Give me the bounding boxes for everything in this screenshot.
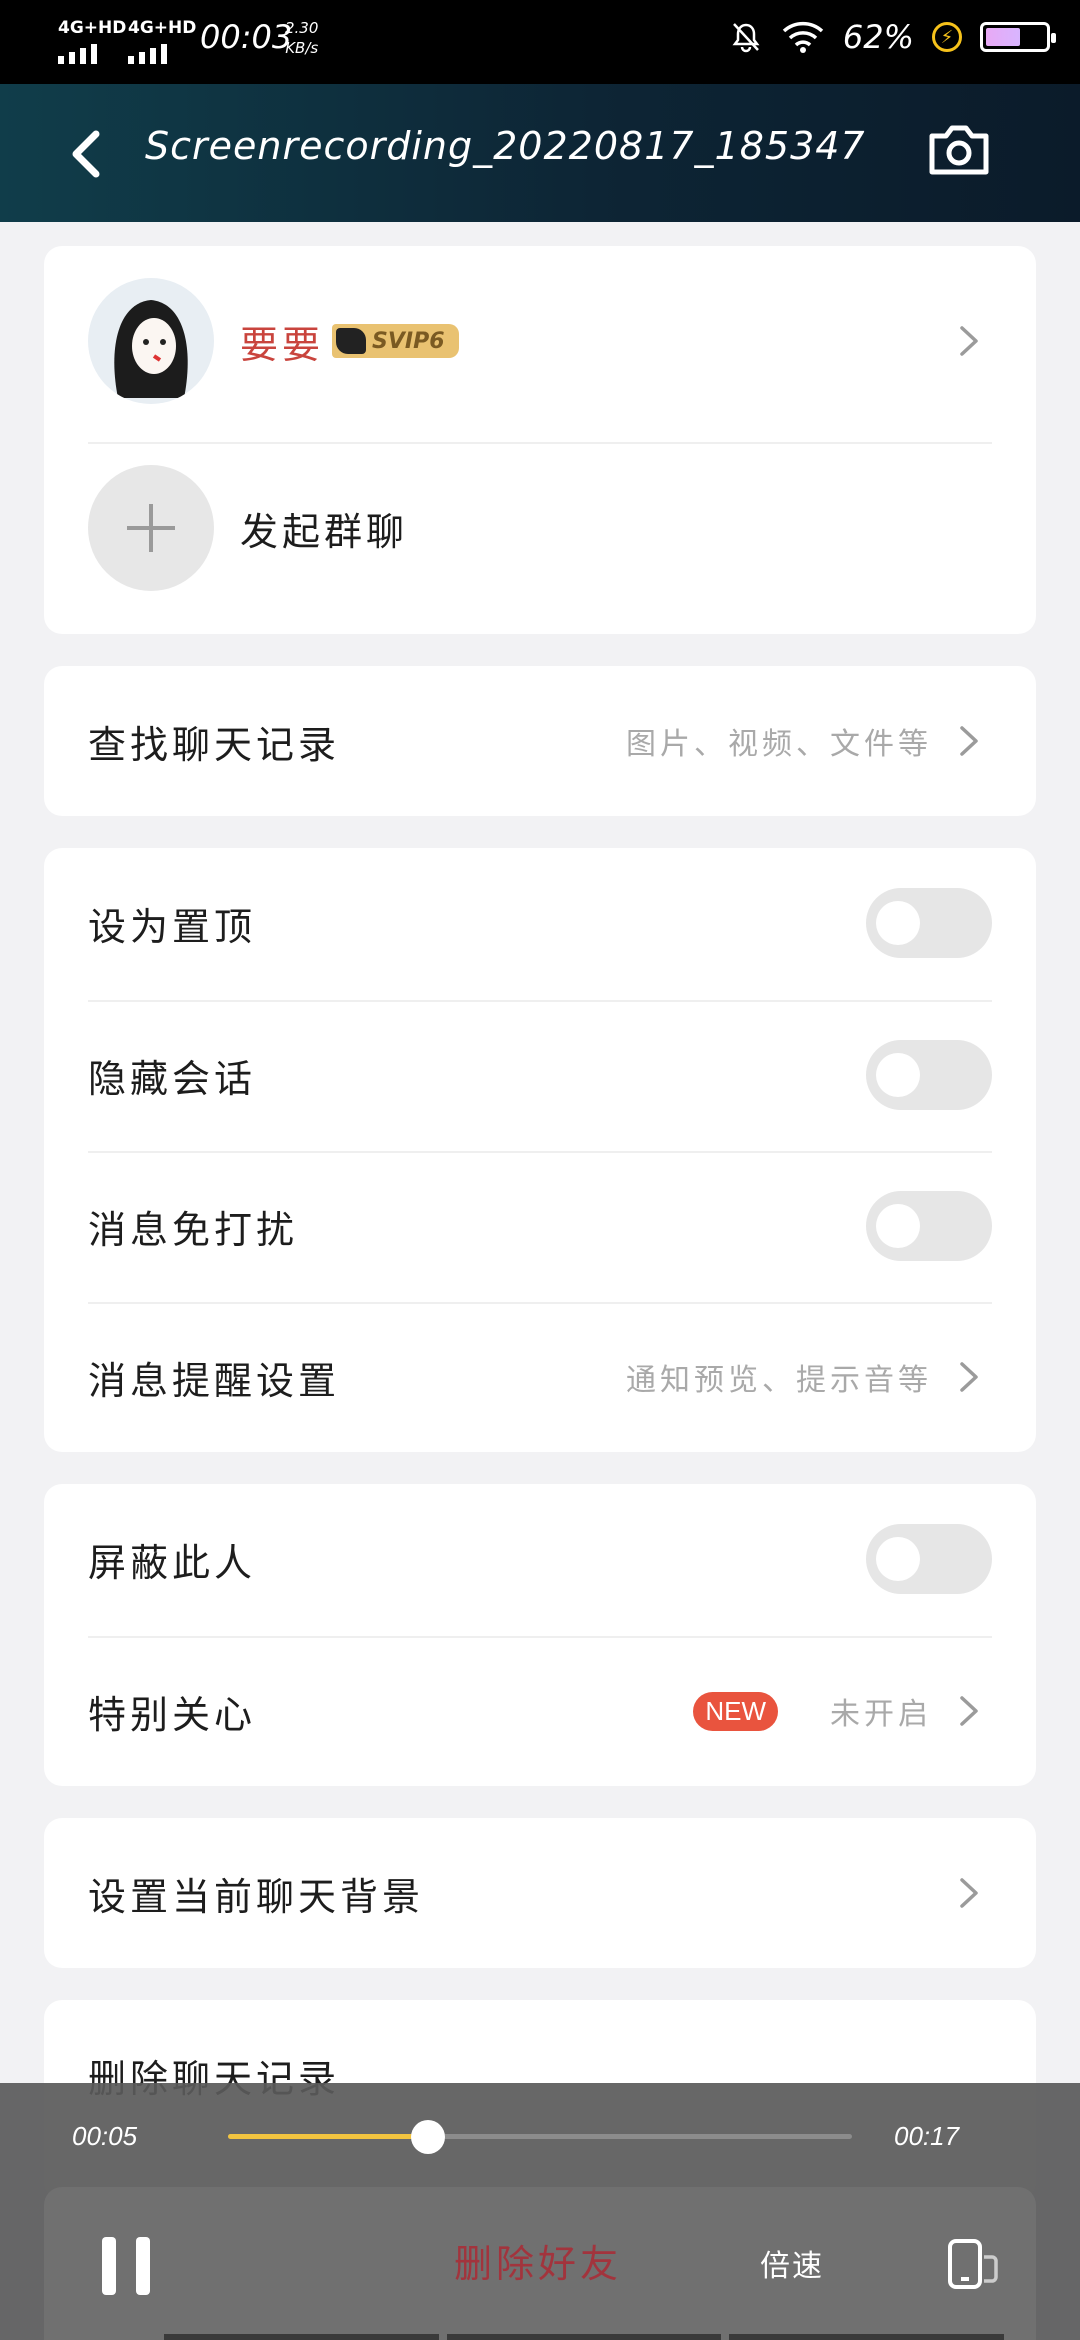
special-care-row[interactable]: 特别关心 NEW 未开启 <box>88 1636 992 1786</box>
hide-chat-toggle[interactable] <box>866 1040 992 1110</box>
battery-icon <box>980 22 1056 52</box>
new-badge: NEW <box>693 1691 778 1731</box>
profile-row[interactable]: 要要 SVIP6 <box>88 266 992 416</box>
battery-percent: 62% <box>842 18 914 56</box>
notify-settings-hint: 通知预览、提示音等 <box>626 1363 932 1398</box>
status-right: 62% ⚡ <box>729 18 1056 56</box>
start-group-chat-row[interactable]: 发起群聊 <box>88 442 992 614</box>
contact-name: 要要 <box>240 322 325 367</box>
seek-thumb[interactable] <box>410 2120 445 2154</box>
net-speed-value: 2.30 <box>285 19 319 37</box>
wifi-icon <box>782 21 824 53</box>
player-controls: 删除好友 倍速 <box>44 2187 1036 2340</box>
notify-settings-label: 消息提醒设置 <box>88 1358 341 1403</box>
privacy-card: 屏蔽此人 特别关心 NEW 未开启 <box>44 1484 1036 1786</box>
playback-speed-button[interactable]: 倍速 <box>760 2241 824 2285</box>
chat-background-card: 设置当前聊天背景 <box>44 1818 1036 1968</box>
do-not-disturb-row: 消息免打扰 <box>88 1151 992 1301</box>
sim2-label: 4G+HD <box>128 18 197 38</box>
signal-sim1: 4G+HD <box>58 18 126 64</box>
plus-icon[interactable] <box>88 465 214 591</box>
search-history-card: 查找聊天记录 图片、视频、文件等 <box>44 666 1036 816</box>
do-not-disturb-toggle[interactable] <box>866 1191 992 1261</box>
search-history-hint: 图片、视频、文件等 <box>626 727 932 762</box>
search-history-label: 查找聊天记录 <box>88 722 341 767</box>
chat-background-row[interactable]: 设置当前聊天背景 <box>88 1818 992 1968</box>
bell-off-icon <box>732 23 760 53</box>
chevron-right-icon <box>960 326 978 356</box>
total-time: 00:17 <box>894 2121 960 2151</box>
pin-top-row: 设为置顶 <box>88 848 992 998</box>
hide-chat-label: 隐藏会话 <box>88 1056 257 1101</box>
signal-sim2: 4G+HD <box>128 18 196 64</box>
signal-bars-icon <box>58 44 126 64</box>
chat-settings-header: Screenrecording_20220817_185347 <box>0 84 1080 222</box>
sim1-label: 4G+HD <box>58 18 127 38</box>
clock: 00:03 <box>200 18 293 56</box>
video-player-overlay: 00:05 00:17 删除好友 倍速 <box>0 2083 1080 2340</box>
delete-friend-button[interactable]: 删除好友 <box>454 2233 622 2288</box>
current-time: 00:05 <box>72 2121 138 2151</box>
rotate-screen-icon[interactable] <box>944 2237 1000 2293</box>
block-label: 屏蔽此人 <box>88 1540 257 1585</box>
page-title: Screenrecording_20220817_185347 <box>145 124 866 168</box>
block-row: 屏蔽此人 <box>88 1484 992 1634</box>
chat-settings-card: 设为置顶 隐藏会话 消息免打扰 消息提醒设置 通知预览、提示音等 <box>44 848 1036 1452</box>
special-care-state: 未开启 <box>830 1697 932 1732</box>
do-not-disturb-label: 消息免打扰 <box>88 1207 299 1252</box>
block-toggle[interactable] <box>866 1524 992 1594</box>
chevron-right-icon <box>960 1878 978 1908</box>
pin-top-toggle[interactable] <box>866 888 992 958</box>
back-arrow-icon[interactable] <box>60 124 120 184</box>
hide-chat-row: 隐藏会话 <box>88 1000 992 1150</box>
camera-icon[interactable] <box>928 122 990 176</box>
pause-icon[interactable] <box>102 2237 150 2295</box>
bottom-strip <box>164 2334 1005 2340</box>
chat-background-label: 设置当前聊天背景 <box>88 1874 425 1919</box>
seek-bar[interactable] <box>228 2120 852 2154</box>
profile-card: 要要 SVIP6 发起群聊 <box>44 246 1036 634</box>
special-care-label: 特别关心 <box>88 1692 257 1737</box>
avatar[interactable] <box>88 278 214 404</box>
status-bar: 4G+HD 4G+HD 00:03 2.30 KB/s 62% ⚡ <box>0 0 1080 84</box>
avatar-illustration <box>88 278 214 404</box>
chevron-right-icon <box>960 1362 978 1392</box>
signal-bars-icon <box>128 44 196 64</box>
notify-settings-row[interactable]: 消息提醒设置 通知预览、提示音等 <box>88 1302 992 1452</box>
charging-icon: ⚡ <box>932 22 962 52</box>
svip-badge: SVIP6 <box>332 324 459 358</box>
search-history-row[interactable]: 查找聊天记录 图片、视频、文件等 <box>88 666 992 816</box>
chevron-right-icon <box>960 726 978 756</box>
start-group-chat-label: 发起群聊 <box>240 509 409 554</box>
network-speed: 2.30 KB/s <box>285 18 318 58</box>
pin-top-label: 设为置顶 <box>88 904 257 949</box>
seek-bar-played <box>228 2134 428 2139</box>
chevron-right-icon <box>960 1696 978 1726</box>
net-speed-unit: KB/s <box>285 39 319 57</box>
